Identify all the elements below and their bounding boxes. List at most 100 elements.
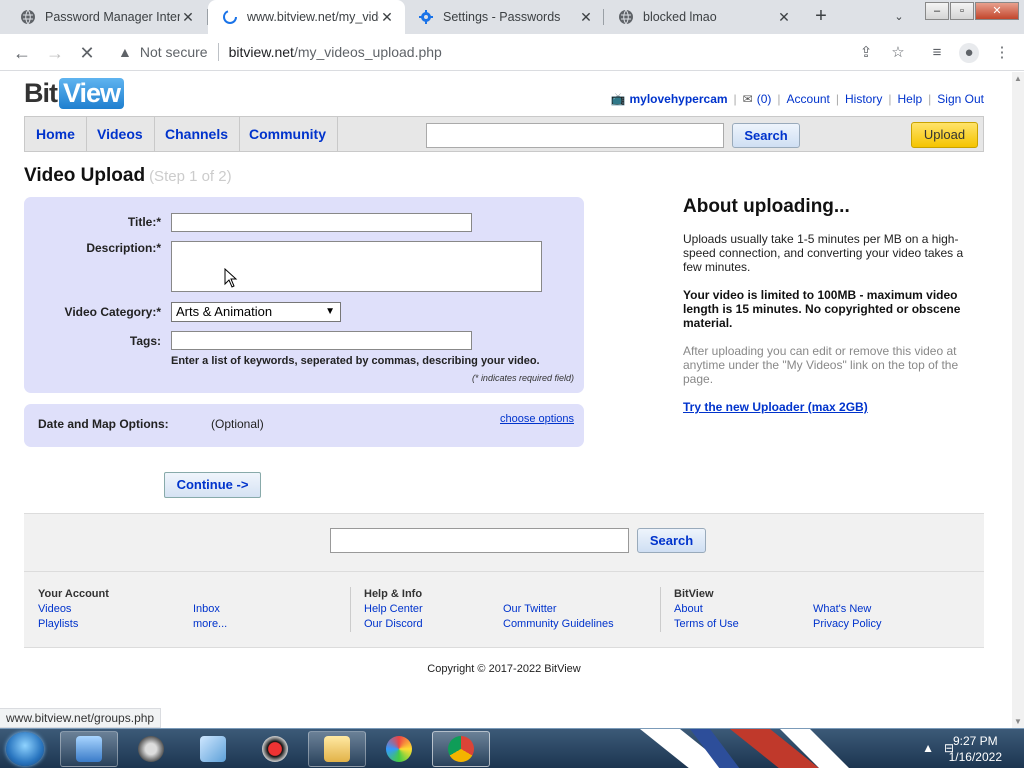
share-icon[interactable]: ⇪ — [856, 43, 876, 63]
profile-avatar-icon[interactable]: ● — [959, 43, 979, 63]
forward-arrow-icon[interactable]: → — [43, 41, 67, 65]
search-input[interactable] — [426, 123, 724, 148]
close-tab-icon[interactable]: ✕ — [180, 9, 196, 25]
footer-link-about[interactable]: About — [674, 603, 703, 615]
chevron-down-icon: ▼ — [325, 306, 335, 317]
stop-loading-icon[interactable]: ✕ — [75, 41, 99, 65]
footer-heading-help: Help & Info — [364, 588, 423, 600]
close-tab-icon[interactable]: ✕ — [578, 9, 594, 25]
footer-search-input[interactable] — [330, 528, 629, 553]
footer-link-videos[interactable]: Videos — [38, 603, 71, 615]
web-page: Bit View 📺 mylovehypercam | ✉ (0) | Accou… — [0, 72, 1012, 728]
screen: { "browser": { "tabs": [ {"title": "Pass… — [0, 0, 1024, 768]
menu-kebab-icon[interactable]: ⋮ — [992, 43, 1012, 63]
continue-button[interactable]: Continue -> — [164, 472, 261, 498]
user-links: 📺 mylovehypercam | ✉ (0) | Account | His… — [610, 92, 984, 106]
tab-search-icon[interactable]: ⌄ — [888, 6, 910, 28]
nav-home[interactable]: Home — [25, 117, 87, 151]
footer-heading-account: Your Account — [38, 588, 109, 600]
inbox-count[interactable]: (0) — [757, 92, 772, 106]
username-link[interactable]: mylovehypercam — [629, 92, 727, 106]
taskbar-raccoon-icon[interactable] — [122, 731, 180, 767]
account-link[interactable]: Account — [787, 92, 830, 106]
url-text: bitview.net/my_videos_upload.php — [228, 44, 442, 60]
footer-link-discord[interactable]: Our Discord — [364, 618, 423, 630]
start-button[interactable] — [6, 732, 44, 766]
taskbar-chrome-icon[interactable] — [432, 731, 490, 767]
clock[interactable]: 9:27 PM 1/16/2022 — [949, 733, 1002, 765]
taskbar-paint-icon[interactable] — [370, 731, 428, 767]
scroll-down-icon[interactable]: ▼ — [1014, 717, 1022, 726]
title-label: Title:* — [127, 215, 161, 229]
bookmark-star-icon[interactable]: ☆ — [888, 43, 908, 63]
tab-title: Settings - Passwords — [443, 10, 561, 24]
bitview-logo[interactable]: Bit View — [24, 76, 125, 110]
upload-button[interactable]: Upload — [911, 122, 978, 148]
about-paragraph-limits: Your video is limited to 100MB - maximum… — [683, 288, 961, 330]
back-arrow-icon[interactable]: ← — [10, 41, 34, 65]
footer-link-playlists[interactable]: Playlists — [38, 618, 78, 630]
footer-search-button[interactable]: Search — [637, 528, 706, 553]
category-label: Video Category:* — [64, 305, 161, 319]
taskbar-downloads-icon[interactable] — [60, 731, 118, 767]
reading-list-icon[interactable]: ≡ — [927, 43, 947, 63]
close-window-button[interactable]: ✕ — [975, 2, 1019, 20]
taskbar-notepad-icon[interactable] — [184, 731, 242, 767]
maximize-button[interactable]: ▫ — [950, 2, 974, 20]
tags-hint: Enter a list of keywords, seperated by c… — [171, 355, 540, 367]
link-status-bubble: www.bitview.net/groups.php — [0, 708, 162, 728]
choose-options-link[interactable]: choose options — [500, 413, 574, 425]
about-paragraph-time: Uploads usually take 1-5 minutes per MB … — [683, 232, 964, 274]
copyright: Copyright © 2017-2022 BitView — [427, 663, 581, 675]
optional-label: (Optional) — [211, 417, 264, 431]
category-select[interactable]: Arts & Animation ▼ — [171, 302, 341, 322]
step-indicator: (Step 1 of 2) — [149, 168, 232, 185]
tab-bitview-upload[interactable]: www.bitview.net/my_video ✕ — [208, 0, 405, 34]
history-link[interactable]: History — [845, 92, 882, 106]
date-map-label: Date and Map Options: — [38, 417, 169, 431]
globe-icon — [21, 9, 35, 25]
nav-videos[interactable]: Videos — [86, 117, 155, 151]
footer-link-privacy[interactable]: Privacy Policy — [813, 618, 881, 630]
page-title: Video Upload (Step 1 of 2) — [24, 165, 232, 186]
mail-icon[interactable]: ✉ — [743, 92, 753, 106]
footer-link-more[interactable]: more... — [193, 618, 227, 630]
nav-channels[interactable]: Channels — [154, 117, 241, 151]
close-tab-icon[interactable]: ✕ — [776, 9, 792, 25]
footer-link-guidelines[interactable]: Community Guidelines — [503, 618, 614, 630]
loading-icon — [223, 10, 237, 24]
description-label: Description:* — [86, 241, 161, 255]
tags-input[interactable] — [171, 331, 472, 350]
address-bar[interactable]: ▲ Not secure bitview.net/my_videos_uploa… — [110, 37, 890, 67]
taskbar-recorder-icon[interactable] — [246, 731, 304, 767]
search-button[interactable]: Search — [732, 123, 800, 148]
title-input[interactable] — [171, 213, 472, 232]
site-navbar: Home Videos Channels Community Search Up… — [24, 116, 984, 152]
footer-link-whats-new[interactable]: What's New — [813, 603, 871, 615]
sign-out-link[interactable]: Sign Out — [937, 92, 984, 106]
wallpaper-peek — [580, 729, 880, 768]
new-tab-button[interactable]: + — [808, 5, 834, 29]
tab-settings-passwords[interactable]: Settings - Passwords ✕ — [404, 0, 604, 34]
security-label: Not secure — [139, 44, 208, 60]
close-tab-icon[interactable]: ✕ — [379, 9, 395, 25]
taskbar-explorer-icon[interactable] — [308, 731, 366, 767]
windows-taskbar: ▲ ⊟ 9:27 PM 1/16/2022 — [0, 728, 1024, 768]
about-paragraph-edit: After uploading you can edit or remove t… — [683, 344, 959, 386]
footer-link-twitter[interactable]: Our Twitter — [503, 603, 557, 615]
warning-icon: ▲ — [118, 44, 132, 60]
scroll-up-icon[interactable]: ▲ — [1014, 74, 1022, 83]
page-scrollbar[interactable]: ▲ ▼ — [1012, 72, 1024, 728]
tab-title: www.bitview.net/my_video — [247, 10, 379, 24]
date-map-options: Date and Map Options: (Optional) choose … — [24, 404, 584, 447]
footer-link-inbox[interactable]: Inbox — [193, 603, 220, 615]
tab-blocked[interactable]: blocked lmao ✕ — [604, 0, 802, 34]
about-heading: About uploading... — [683, 196, 850, 217]
minimize-button[interactable]: – — [925, 2, 949, 20]
nav-community[interactable]: Community — [238, 117, 338, 151]
new-uploader-link[interactable]: Try the new Uploader (max 2GB) — [683, 400, 868, 414]
footer-link-help-center[interactable]: Help Center — [364, 603, 423, 615]
tab-password-manager[interactable]: Password Manager Interna ✕ — [6, 0, 206, 34]
help-link[interactable]: Help — [897, 92, 922, 106]
footer-link-terms[interactable]: Terms of Use — [674, 618, 739, 630]
